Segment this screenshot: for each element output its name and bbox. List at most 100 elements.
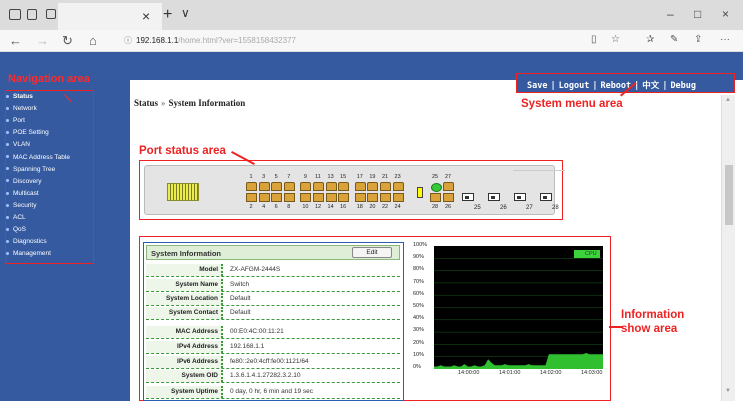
- port-5[interactable]: [271, 182, 283, 191]
- sidebar-item-label: Discovery: [13, 177, 42, 185]
- port-number-top: 15: [340, 174, 347, 180]
- sfp-port-25[interactable]: [462, 193, 474, 201]
- port-number-top: 21: [381, 174, 389, 180]
- cpu-y-tick: 80%: [413, 266, 425, 273]
- combo-port-25[interactable]: [431, 183, 442, 192]
- sidebar-item-network[interactable]: Network: [6, 105, 37, 112]
- port-18[interactable]: [354, 193, 366, 202]
- combo-port-number-top: 27: [444, 174, 452, 180]
- refresh-icon[interactable]: ↻: [62, 33, 73, 49]
- sidebar-item-spanning-tree[interactable]: Spanning Tree: [6, 166, 55, 173]
- info-row-ipv6-address: IPv6 Address fe80::2e0:4cff:fe00:1121/64: [146, 356, 400, 369]
- port-13[interactable]: [325, 182, 337, 191]
- maximize-icon[interactable]: □: [694, 7, 701, 21]
- sidebar-item-security[interactable]: Security: [6, 202, 36, 209]
- save-button[interactable]: Save: [527, 81, 547, 91]
- sidebar-item-label: Management: [13, 250, 51, 258]
- scroll-thumb[interactable]: [725, 165, 733, 225]
- browser-tab[interactable]: ×: [46, 3, 162, 30]
- sidebar-item-multicast[interactable]: Multicast: [6, 190, 39, 197]
- logout-button[interactable]: Logout: [559, 81, 590, 91]
- url-path: /home.html?ver=1558158432377: [178, 36, 296, 45]
- system-info-title: System Information: [151, 249, 222, 258]
- port-14[interactable]: [325, 193, 337, 202]
- cpu-y-tick: 60%: [413, 290, 425, 297]
- sidebar-item-management[interactable]: Management: [6, 250, 51, 257]
- port-1[interactable]: [246, 182, 257, 191]
- port-4[interactable]: [258, 193, 270, 202]
- home-icon[interactable]: ⌂: [89, 33, 97, 48]
- sidebar-item-port[interactable]: Port: [6, 117, 25, 124]
- sidebar-item-vlan[interactable]: VLAN: [6, 141, 30, 148]
- port-23[interactable]: [392, 182, 404, 191]
- port-11[interactable]: [313, 182, 324, 191]
- port-number-bottom: 8: [287, 204, 291, 210]
- port-15[interactable]: [338, 182, 350, 191]
- url-field[interactable]: ⓘ 192.168.1.1/home.html?ver=1558158432377: [120, 32, 600, 49]
- sidebar: Navigation area Status Network Port POE Set…: [0, 52, 130, 401]
- port-8[interactable]: [283, 193, 295, 202]
- tab-close-icon[interactable]: ×: [142, 8, 150, 24]
- sidebar-item-poe-setting[interactable]: POE Setting: [6, 129, 49, 136]
- debug-button[interactable]: Debug: [670, 81, 696, 91]
- port-number-top: 1: [249, 174, 253, 180]
- share-icon[interactable]: ⇪: [694, 34, 702, 45]
- info-value: 192.168.1.1: [230, 343, 265, 350]
- port-12[interactable]: [313, 193, 324, 202]
- forward-icon[interactable]: →: [36, 33, 49, 48]
- port-2[interactable]: [246, 193, 257, 202]
- scroll-up-icon[interactable]: ▲: [725, 97, 731, 103]
- info-label: System Contact: [146, 307, 223, 319]
- minimize-icon[interactable]: –: [667, 7, 674, 21]
- favorites-hub-icon[interactable]: ✰: [646, 34, 654, 45]
- tab-preview-chevron-icon[interactable]: ∨: [181, 6, 190, 20]
- set-aside-tabs-icon[interactable]: [27, 9, 37, 20]
- back-icon[interactable]: ←: [9, 33, 22, 48]
- port-16[interactable]: [338, 193, 350, 202]
- sfp-port-28[interactable]: [540, 193, 552, 201]
- port-21[interactable]: [380, 182, 391, 191]
- breadcrumb-section[interactable]: Status: [134, 98, 158, 108]
- combo-port-27[interactable]: [443, 182, 454, 191]
- tab-actions-icon[interactable]: [9, 9, 21, 20]
- sfp-port-26[interactable]: [488, 193, 500, 201]
- port-24[interactable]: [392, 193, 404, 202]
- sidebar-item-discovery[interactable]: Discovery: [6, 178, 42, 185]
- combo-port-26[interactable]: [443, 193, 454, 202]
- port-9[interactable]: [300, 182, 312, 191]
- port-number-top: 17: [356, 174, 363, 180]
- sidebar-item-qos[interactable]: QoS: [6, 226, 26, 233]
- combo-port-number-top: 25: [431, 174, 439, 180]
- sidebar-item-diagnostics[interactable]: Diagnostics: [6, 238, 47, 245]
- port-number-top: 23: [394, 174, 401, 180]
- reading-view-icon[interactable]: ▯: [591, 34, 597, 45]
- close-window-icon[interactable]: ×: [722, 7, 729, 21]
- sfp-port-27[interactable]: [514, 193, 526, 201]
- sidebar-item-status[interactable]: Status: [6, 93, 33, 100]
- port-17[interactable]: [354, 182, 366, 191]
- info-value: Default: [230, 309, 251, 316]
- web-note-icon[interactable]: ✎: [670, 34, 678, 45]
- port-3[interactable]: [258, 182, 270, 191]
- more-icon[interactable]: ···: [720, 34, 730, 45]
- sidebar-item-mac-address-table[interactable]: MAC Address Table: [6, 154, 70, 161]
- vertical-scrollbar[interactable]: ▲ ▼: [721, 95, 735, 401]
- favorite-star-icon[interactable]: ☆: [611, 34, 620, 45]
- port-22[interactable]: [380, 193, 391, 202]
- cpu-x-tick: 14:03:00: [581, 370, 603, 376]
- combo-port-28[interactable]: [430, 193, 441, 202]
- sidebar-item-label: QoS: [13, 226, 27, 234]
- edit-button[interactable]: Edit: [352, 247, 392, 258]
- info-label: Model: [146, 264, 223, 276]
- port-7[interactable]: [283, 182, 295, 191]
- cpu-y-tick: 90%: [413, 254, 425, 261]
- port-10[interactable]: [300, 193, 312, 202]
- language-button[interactable]: 中文: [642, 81, 659, 91]
- sidebar-item-acl[interactable]: ACL: [6, 214, 26, 221]
- port-20[interactable]: [367, 193, 379, 202]
- sfp-port-number: 25: [474, 205, 481, 211]
- port-6[interactable]: [271, 193, 283, 202]
- port-19[interactable]: [367, 182, 379, 191]
- scroll-down-icon[interactable]: ▼: [725, 388, 731, 394]
- new-tab-button[interactable]: +: [163, 6, 172, 24]
